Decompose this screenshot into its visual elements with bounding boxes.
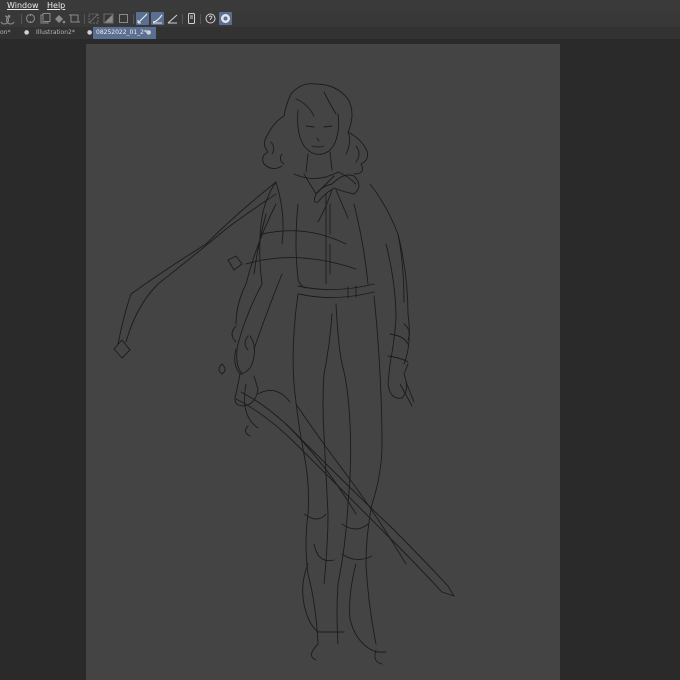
close-icon[interactable]: ● xyxy=(146,27,151,39)
menu-item-window[interactable]: Window xyxy=(7,0,39,11)
redo-icon[interactable] xyxy=(6,12,19,25)
tab-label: 08252022_01_2* xyxy=(96,29,147,36)
toolbar-separator xyxy=(133,14,134,24)
special-ruler-icon[interactable] xyxy=(166,12,179,25)
toolbar-separator xyxy=(200,14,201,24)
transform-icon[interactable] xyxy=(24,12,37,25)
command-bar xyxy=(0,11,680,28)
color-circle-icon[interactable] xyxy=(219,12,232,25)
crop-icon[interactable] xyxy=(68,12,81,25)
device-icon[interactable] xyxy=(185,12,198,25)
tab-document-1[interactable]: on* ● xyxy=(0,27,30,39)
invert-selection-icon[interactable] xyxy=(102,12,115,25)
close-icon[interactable]: ● xyxy=(24,27,29,39)
sketch-artwork xyxy=(113,83,455,665)
tab-document-3[interactable]: 08252022_01_2* ● xyxy=(93,27,156,39)
drawing-canvas[interactable] xyxy=(86,44,560,680)
document-tabs: on* ● Illustration2* ● 08252022_01_2* ● xyxy=(0,27,680,39)
menu-bar: Window Help xyxy=(0,0,680,11)
fill-icon[interactable] xyxy=(53,12,66,25)
pen-snap-icon[interactable] xyxy=(136,12,149,25)
tab-label: on* xyxy=(0,29,11,36)
toolbar-separator xyxy=(182,14,183,24)
help-icon[interactable] xyxy=(204,12,217,25)
toolbar-separator xyxy=(84,14,85,24)
selection-border-icon[interactable] xyxy=(117,12,130,25)
tab-label: Illustration2* xyxy=(36,29,75,36)
toolbar-separator xyxy=(21,14,22,24)
copy-icon[interactable] xyxy=(39,12,52,25)
close-icon[interactable]: ● xyxy=(87,27,92,39)
clear-selection-icon[interactable] xyxy=(87,12,100,25)
canvas-workspace[interactable] xyxy=(0,39,680,680)
menu-item-help[interactable]: Help xyxy=(47,0,65,11)
tab-document-2[interactable]: Illustration2* ● xyxy=(33,27,92,39)
ruler-snap-icon[interactable] xyxy=(151,12,164,25)
